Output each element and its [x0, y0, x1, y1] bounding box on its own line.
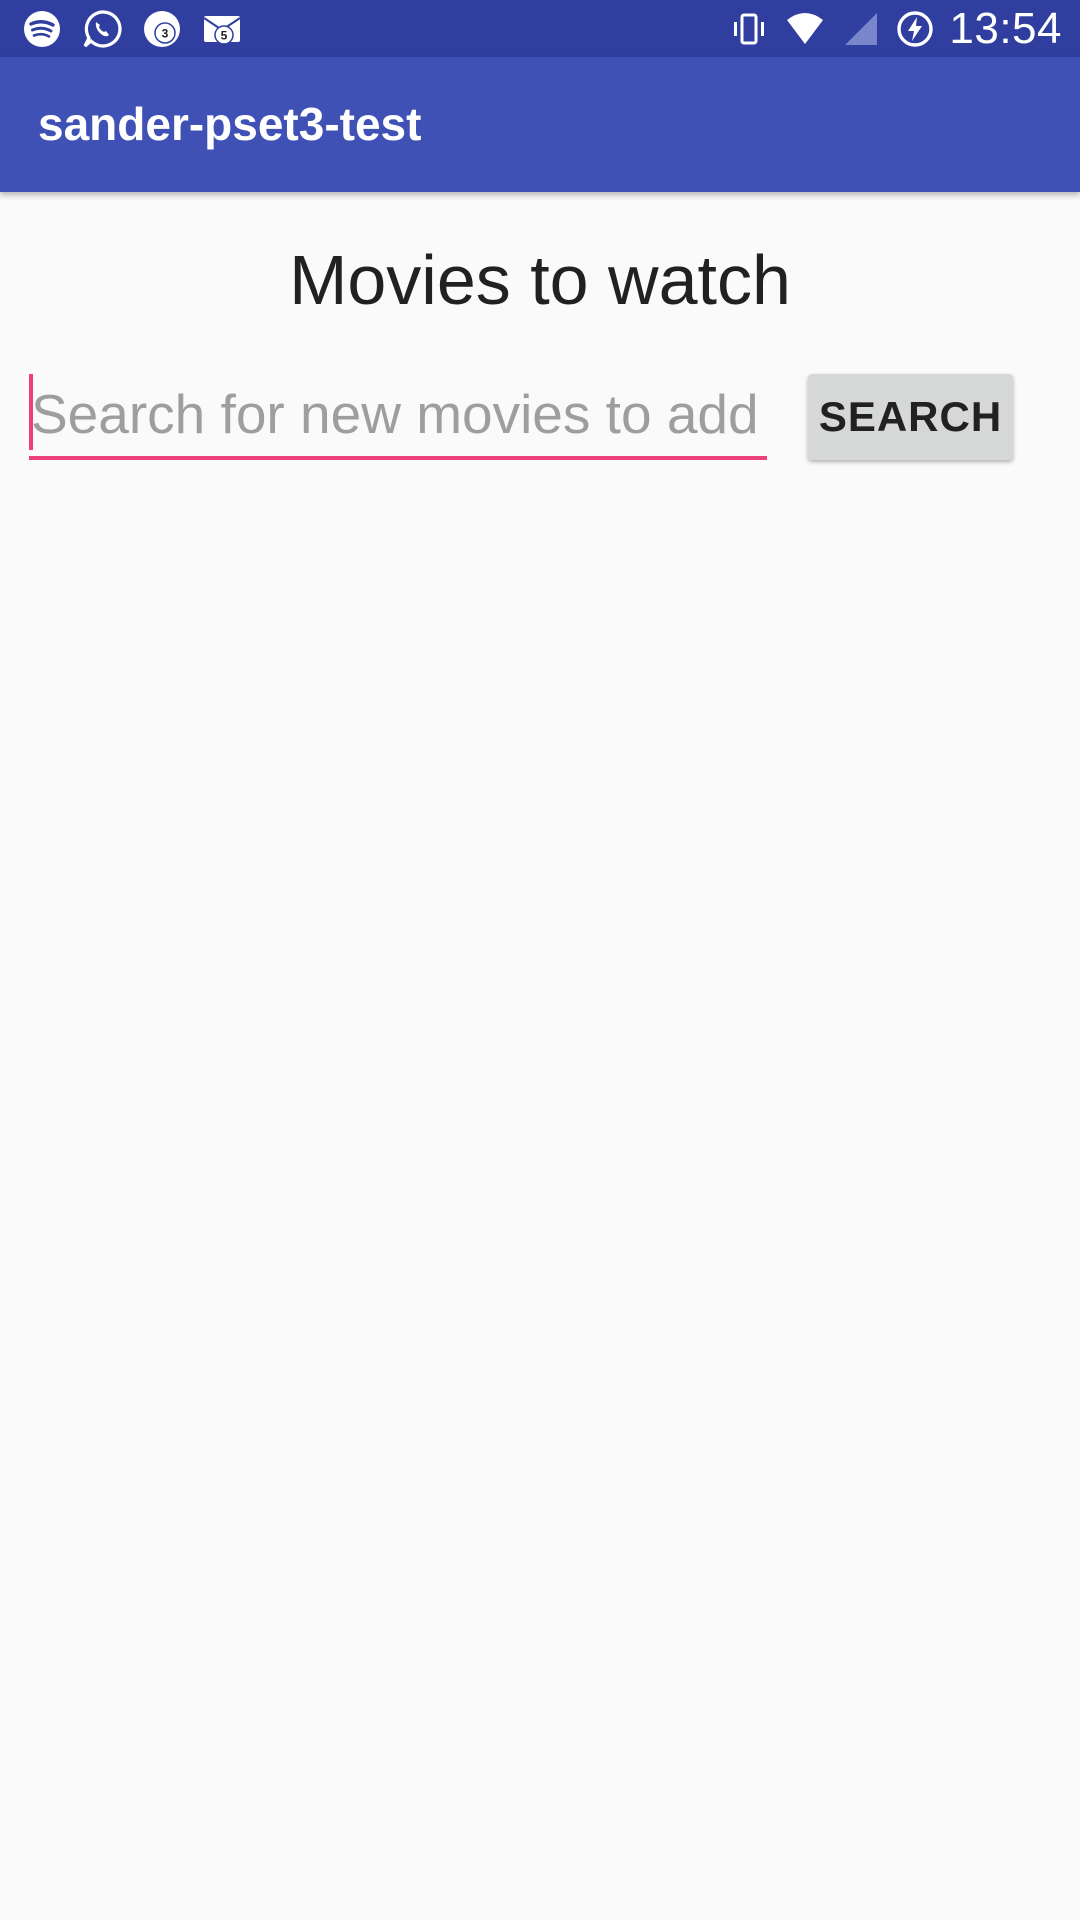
spotify-icon: [24, 11, 60, 47]
text-cursor: [29, 374, 33, 450]
app-bar: sander-pset3-test: [0, 57, 1080, 192]
whatsapp-icon: [83, 10, 122, 48]
page-heading: Movies to watch: [289, 241, 791, 319]
notification-icons: 3 5: [22, 9, 242, 49]
battery-charging-icon: [897, 11, 934, 47]
badge-notification-icon: 3: [144, 11, 180, 47]
clock: 13:54: [949, 4, 1062, 53]
mail-notification-icon: 5: [203, 16, 241, 45]
app-title: sander-pset3-test: [38, 98, 422, 150]
system-icons: 13:54: [729, 6, 1062, 52]
vibrate-icon: [734, 13, 765, 45]
search-input[interactable]: [29, 372, 767, 456]
mail-badge-count: 5: [221, 29, 228, 43]
wifi-icon: [787, 13, 824, 44]
search-button[interactable]: SEARCH: [808, 374, 1013, 460]
notification-badge-count: 3: [162, 27, 169, 41]
search-field[interactable]: [29, 372, 767, 460]
cell-signal-icon: [845, 13, 878, 45]
status-bar: 3 5 13:54: [0, 0, 1080, 57]
